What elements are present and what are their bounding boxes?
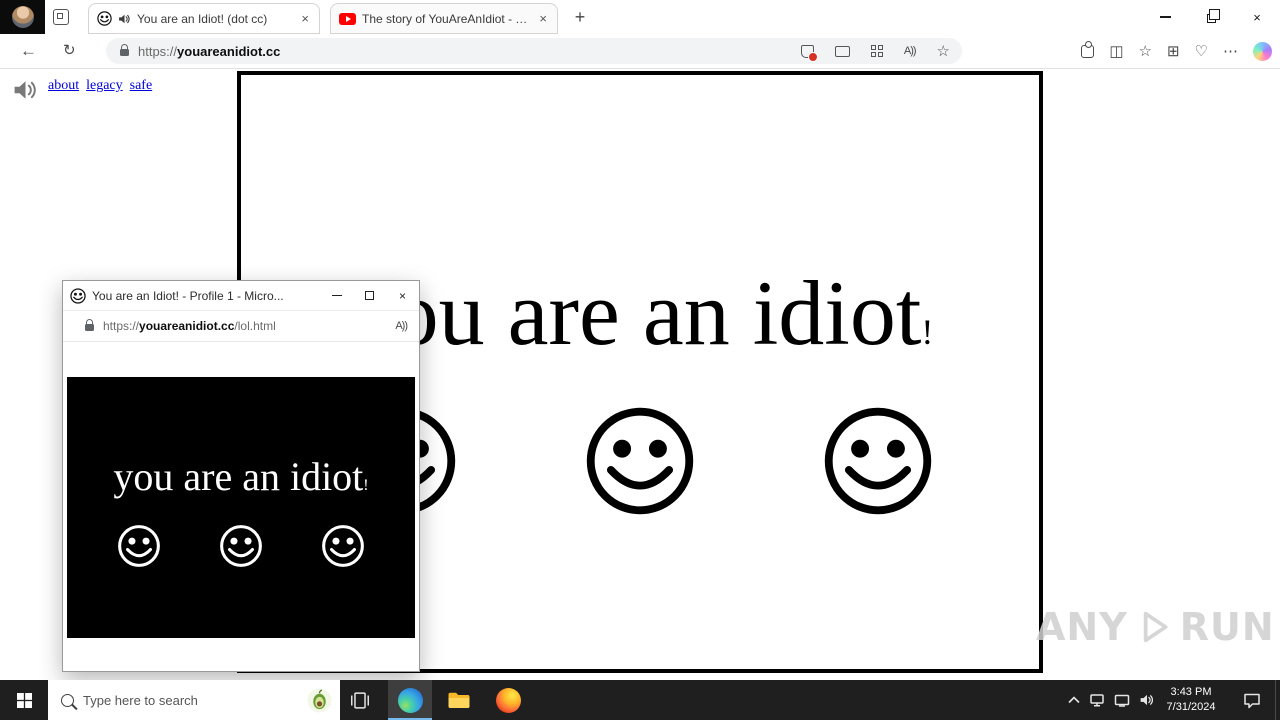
popup-close-button[interactable]: ×	[386, 281, 419, 310]
app-grid-icon[interactable]	[870, 45, 883, 57]
favorites-hub-icon[interactable]: ☆	[1139, 44, 1152, 59]
split-screen-icon[interactable]: ◫	[1109, 44, 1123, 59]
back-button[interactable]: ←	[20, 42, 37, 59]
tab-actions-icon[interactable]	[53, 9, 69, 25]
essentials-icon[interactable]: ♡	[1195, 44, 1208, 59]
browser-tab-bar: You are an Idiot! (dot cc) × The story o…	[0, 0, 1280, 34]
popup-address-bar[interactable]: https://youareanidiot.cc/lol.html A))	[63, 311, 419, 342]
lock-icon	[85, 319, 94, 331]
popup-titlebar[interactable]: You are an Idiot! - Profile 1 - Micro...…	[63, 281, 419, 311]
taskbar-edge-button[interactable]	[388, 680, 432, 720]
exclaim-mark: !	[921, 312, 934, 352]
smiley-face-icon	[824, 407, 932, 515]
youtube-favicon	[339, 12, 356, 25]
search-input[interactable]	[83, 692, 298, 708]
taskbar-explorer-button[interactable]	[437, 680, 481, 720]
exclaim-mark: !	[363, 477, 369, 494]
smiley-face-icon	[586, 407, 694, 515]
profile-button[interactable]	[0, 0, 45, 34]
popup-title: You are an Idiot! - Profile 1 - Micro...	[92, 288, 284, 303]
popup-window: You are an Idiot! - Profile 1 - Micro...…	[62, 280, 420, 672]
taskbar-search[interactable]	[48, 680, 340, 720]
search-icon	[61, 693, 74, 707]
start-button[interactable]	[0, 680, 48, 720]
page-header-links: about legacy safe	[12, 78, 152, 102]
popup-maximize-button[interactable]	[353, 281, 386, 310]
smiley-favicon	[97, 11, 112, 26]
window-minimize-button[interactable]	[1142, 0, 1188, 34]
sound-toggle-icon[interactable]	[12, 78, 39, 102]
link-safe[interactable]: safe	[130, 78, 153, 94]
window-restore-button[interactable]	[1188, 0, 1234, 34]
link-about[interactable]: about	[48, 78, 79, 94]
popup-minimize-button[interactable]	[320, 281, 353, 310]
lock-icon	[120, 44, 129, 56]
action-center-icon	[1244, 693, 1260, 708]
tab-audio-icon[interactable]	[118, 13, 131, 25]
clock-time: 3:43 PM	[1170, 686, 1212, 698]
task-view-button[interactable]	[338, 680, 382, 720]
send-to-device-icon[interactable]	[834, 45, 850, 57]
read-aloud-icon[interactable]: A))	[395, 320, 408, 332]
popup-smiley-row	[67, 524, 415, 568]
settings-more-icon[interactable]: ⋯	[1223, 44, 1238, 59]
firefox-logo-icon	[495, 687, 521, 713]
volume-icon[interactable]	[1139, 693, 1155, 707]
close-tab-icon[interactable]: ×	[537, 11, 549, 26]
task-view-icon	[351, 691, 369, 709]
anyrun-play-icon	[1143, 611, 1168, 643]
extensions-icon[interactable]	[1081, 41, 1095, 58]
address-bar[interactable]: https://youareanidiot.cc A)) ☆	[106, 38, 962, 64]
taskbar-clock[interactable]: 3:43 PM 7/31/2024	[1158, 685, 1224, 715]
network-icon[interactable]	[1114, 693, 1130, 707]
popup-idiot-content: you are an idiot!	[67, 377, 415, 638]
search-highlight-icon[interactable]	[307, 687, 332, 713]
desktop: You are an Idiot! (dot cc) × The story o…	[0, 0, 1280, 720]
collections-icon[interactable]: ⊞	[1167, 44, 1180, 59]
smiley-face-icon	[118, 525, 160, 567]
hidden-icons-chevron-icon[interactable]	[1068, 696, 1080, 704]
tab-title: The story of YouAreAnIdiot - You...	[362, 11, 532, 26]
tab-youareanidiot[interactable]: You are an Idiot! (dot cc) ×	[88, 3, 320, 34]
popup-url: https://youareanidiot.cc/lol.html	[103, 319, 276, 333]
page-content: about legacy safe you are an idiot! You …	[0, 69, 1280, 680]
clock-date: 7/31/2024	[1166, 701, 1216, 713]
file-explorer-icon	[448, 692, 470, 708]
close-tab-icon[interactable]: ×	[299, 11, 311, 26]
tab-title: You are an Idiot! (dot cc)	[137, 11, 268, 26]
taskbar-firefox-button[interactable]	[486, 680, 530, 720]
new-tab-button[interactable]: +	[568, 5, 592, 29]
anyrun-watermark: ANY RUN	[1036, 605, 1275, 649]
smiley-face-icon	[220, 525, 262, 567]
edge-logo-icon	[397, 687, 423, 713]
action-center-button[interactable]	[1232, 680, 1272, 720]
show-desktop-button[interactable]	[1275, 680, 1280, 720]
favorite-star-icon[interactable]: ☆	[937, 42, 950, 60]
copilot-icon[interactable]	[1253, 41, 1272, 61]
browser-toolbar: ← ↻ https://youareanidiot.cc A)) ☆ ◫ ☆ ⊞…	[0, 34, 1280, 69]
popup-text: you are an idiot!	[113, 454, 369, 499]
refresh-button[interactable]: ↻	[63, 43, 76, 58]
hardware-icon[interactable]	[1089, 693, 1105, 707]
address-url: https://youareanidiot.cc	[138, 43, 281, 59]
smiley-favicon	[70, 287, 86, 304]
window-close-button[interactable]: ×	[1234, 0, 1280, 34]
popup-window-controls: ×	[320, 281, 419, 310]
windows-logo-icon	[16, 692, 32, 708]
read-aloud-icon[interactable]: A))	[904, 45, 917, 57]
link-legacy[interactable]: legacy	[86, 78, 123, 94]
toolbar-buttons: ◫ ☆ ⊞ ♡ ⋯	[1081, 34, 1272, 68]
system-tray	[1068, 680, 1155, 720]
taskbar: 3:43 PM 7/31/2024	[0, 680, 1280, 720]
window-controls: ×	[1142, 0, 1280, 34]
tracking-prevention-icon[interactable]	[800, 44, 818, 62]
profile-avatar-icon	[11, 6, 34, 28]
smiley-face-icon	[322, 525, 364, 567]
address-bar-actions: A)) ☆	[800, 42, 950, 62]
tab-youtube[interactable]: The story of YouAreAnIdiot - You... ×	[330, 3, 558, 34]
